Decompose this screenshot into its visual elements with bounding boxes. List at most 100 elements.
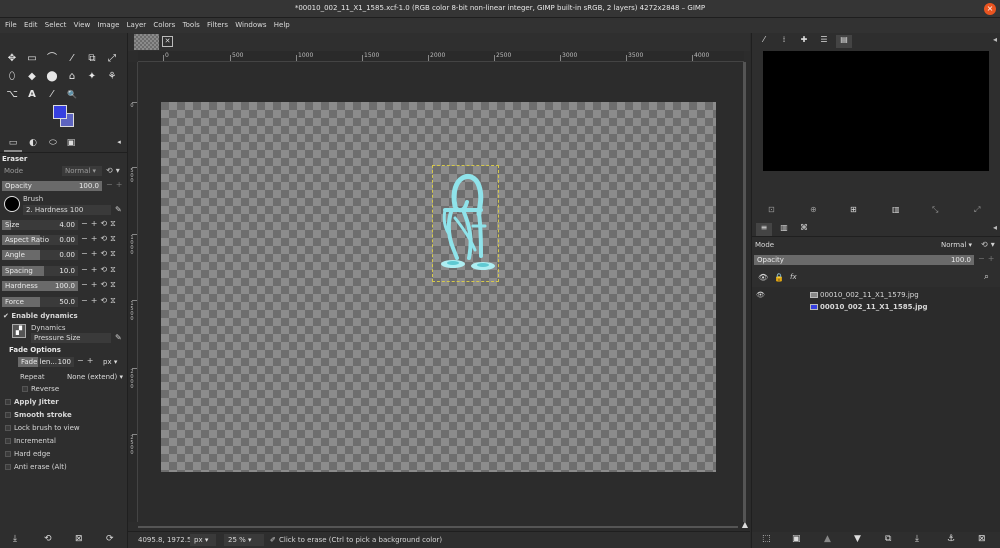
layers-dock-menu-icon[interactable]: ◂: [993, 223, 997, 232]
hard-edge-checkbox[interactable]: Hard edge: [5, 450, 50, 458]
paths-tool-icon[interactable]: ⌥: [4, 87, 20, 103]
navigator-preview[interactable]: [763, 51, 989, 171]
mode-reset-icon[interactable]: ⟲▾: [106, 166, 123, 175]
layer-search-icon[interactable]: ⌕: [984, 272, 989, 282]
menu-colors[interactable]: Colors: [148, 18, 175, 29]
tab-patterns[interactable]: ⁞: [776, 35, 792, 48]
hardness-slider[interactable]: Hardness 100.0: [2, 281, 78, 291]
tab-fonts[interactable]: ✚: [796, 35, 812, 48]
layer-row-active[interactable]: 00010_002_11_X1_1585.jpg: [752, 302, 1000, 313]
move-tool-icon[interactable]: ✥: [4, 51, 20, 67]
angle-slider[interactable]: Angle 0.00: [2, 250, 78, 260]
menu-view[interactable]: View: [69, 18, 91, 29]
angle-controls-icon[interactable]: −+⟲⧖: [81, 249, 119, 259]
aspect-controls-icon[interactable]: −+⟲⧖: [81, 234, 119, 244]
warp-tool-icon[interactable]: ⬯: [4, 69, 20, 85]
smudge-tool-icon[interactable]: ⚘: [104, 69, 120, 85]
paintbrush-tool-icon[interactable]: ⌂: [64, 69, 80, 85]
spacing-controls-icon[interactable]: −+⟲⧖: [81, 265, 119, 275]
mode-select[interactable]: Normal ▾: [62, 166, 102, 176]
force-slider[interactable]: Force 50.0: [2, 297, 78, 307]
menu-select[interactable]: Select: [40, 18, 67, 29]
hardness-controls-icon[interactable]: −+⟲⧖: [81, 280, 119, 290]
incremental-checkbox[interactable]: Incremental: [5, 437, 56, 445]
rect-select-tool-icon[interactable]: ▭: [24, 51, 40, 67]
brush-select[interactable]: 2. Hardness 100: [23, 205, 111, 215]
size-slider[interactable]: Size 4.00: [2, 220, 78, 230]
bucket-fill-tool-icon[interactable]: ◆: [24, 69, 40, 85]
enable-dynamics-checkbox[interactable]: ✔ Enable dynamics: [3, 312, 78, 320]
delete-preset-icon[interactable]: ⊠: [75, 534, 83, 544]
close-image-tab-icon[interactable]: ✕: [162, 36, 173, 47]
force-controls-icon[interactable]: −+⟲⧖: [81, 296, 119, 306]
unit-select[interactable]: px ▾: [190, 534, 216, 546]
menu-edit[interactable]: Edit: [19, 18, 38, 29]
tab-paths[interactable]: ⌘: [796, 223, 812, 236]
close-window-button[interactable]: ×: [984, 3, 996, 15]
vertical-ruler[interactable]: 0 5 0 0 1 0 0 0 1 5 0 0 2 0 0 0 2 5 0 0: [128, 62, 138, 522]
restore-preset-icon[interactable]: ⟲: [44, 534, 52, 544]
anti-erase-checkbox[interactable]: Anti erase (Alt): [5, 463, 67, 471]
opacity-stepper-icon[interactable]: −+: [106, 180, 125, 189]
fade-length-slider[interactable]: Fade len... 100: [18, 357, 74, 367]
fit-window-icon[interactable]: ⤢: [974, 205, 980, 215]
repeat-select[interactable]: None (extend) ▾: [64, 372, 126, 382]
layer-mode-select[interactable]: Normal ▾: [938, 240, 980, 250]
zoom-select[interactable]: 25 % ▾: [224, 534, 264, 546]
vertical-scrollbar[interactable]: [743, 62, 746, 522]
zoom-100-icon[interactable]: ▥: [892, 205, 900, 214]
transform-tool-icon[interactable]: ⤢: [104, 51, 120, 67]
tab-tool-options[interactable]: ▭: [4, 138, 22, 152]
merge-layer-icon[interactable]: ⤓: [915, 534, 919, 544]
tab-device-status[interactable]: ◐: [24, 138, 42, 152]
zoom-fit-icon[interactable]: ⊞: [850, 205, 857, 214]
navigate-icon[interactable]: ▲: [742, 520, 748, 529]
brush-edit-icon[interactable]: ✎: [115, 205, 125, 214]
dock-menu-icon[interactable]: ◂: [993, 35, 997, 44]
reset-options-icon[interactable]: ⟳: [106, 534, 114, 544]
aspect-ratio-slider[interactable]: Aspect Ratio 0.00: [2, 235, 78, 245]
menu-windows[interactable]: Windows: [230, 18, 266, 29]
dynamics-edit-icon[interactable]: ✎: [115, 333, 125, 342]
size-controls-icon[interactable]: −+⟲⧖: [81, 219, 119, 229]
tab-navigator[interactable]: ▤: [836, 35, 852, 48]
save-preset-icon[interactable]: ⤓: [13, 534, 17, 544]
dynamics-preview-icon[interactable]: ▞: [12, 324, 26, 338]
horizontal-ruler[interactable]: 0 500 1000 1500 2000 2500 3000 3500 4000: [138, 51, 744, 62]
layer-opacity-slider[interactable]: Opacity 100.0: [754, 255, 974, 265]
tab-palette[interactable]: ☰: [816, 35, 832, 48]
menu-tools[interactable]: Tools: [178, 18, 200, 29]
dynamics-select[interactable]: Pressure Size: [31, 333, 111, 343]
foreground-color-swatch[interactable]: [53, 105, 67, 119]
layer-row[interactable]: 👁 00010_002_11_X1_1579.jpg: [752, 290, 1000, 301]
anchor-layer-icon[interactable]: ⚓: [947, 534, 955, 544]
lower-layer-icon[interactable]: ▼: [854, 534, 861, 544]
clone-tool-icon[interactable]: ✦: [84, 69, 100, 85]
zoom-in-icon[interactable]: ⊕: [810, 205, 817, 214]
tab-brushes[interactable]: ⁄: [756, 35, 772, 48]
zoom-out-icon[interactable]: ⊡: [768, 205, 775, 214]
shrink-wrap-icon[interactable]: ⤡: [932, 205, 938, 215]
eraser-tool-icon[interactable]: ⬤: [44, 69, 60, 85]
raise-layer-icon[interactable]: ▲: [824, 534, 831, 544]
new-layer-group-icon[interactable]: ▣: [792, 534, 801, 544]
fade-unit-select[interactable]: px ▾: [100, 357, 124, 367]
dock-menu-icon[interactable]: ◂: [114, 138, 124, 152]
smooth-stroke-checkbox[interactable]: Smooth stroke: [5, 411, 72, 419]
lasso-tool-icon[interactable]: ⌒: [44, 51, 60, 67]
menu-help[interactable]: Help: [269, 18, 290, 29]
duplicate-layer-icon[interactable]: ⧉: [885, 534, 891, 544]
layer-opacity-stepper-icon[interactable]: −+: [978, 254, 997, 263]
text-tool-icon[interactable]: A: [24, 87, 40, 103]
crop-tool-icon[interactable]: ⧉: [84, 51, 100, 67]
brush-preview-icon[interactable]: [4, 196, 20, 212]
delete-layer-icon[interactable]: ⊠: [978, 534, 986, 544]
tab-channels[interactable]: ▥: [776, 223, 792, 236]
image-canvas[interactable]: [161, 102, 716, 472]
image-tab-thumbnail[interactable]: [134, 34, 159, 50]
tab-images[interactable]: ▣: [62, 138, 80, 152]
menu-layer[interactable]: Layer: [122, 18, 147, 29]
layer-mode-reset-icon[interactable]: ⟲▾: [981, 240, 998, 249]
apply-jitter-checkbox[interactable]: Apply Jitter: [5, 398, 59, 406]
tab-layers[interactable]: ≡: [756, 223, 772, 236]
